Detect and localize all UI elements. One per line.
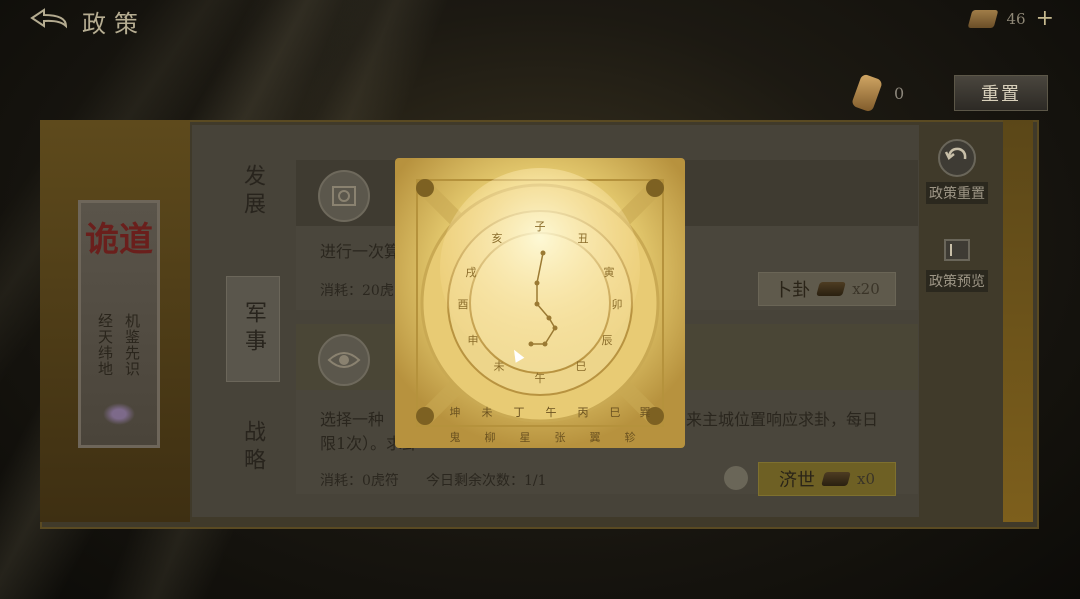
- compass-corner-knob: [416, 407, 434, 425]
- ring-glyph: 酉: [458, 298, 469, 311]
- relief-button[interactable]: 济世 x0: [758, 462, 896, 496]
- currency-value: 46: [1006, 10, 1026, 28]
- tiger-token-icon: [850, 73, 884, 113]
- ring-glyph: 亥: [492, 231, 503, 245]
- tab-strategy[interactable]: 战略: [226, 396, 278, 500]
- tab-label: 发展: [240, 164, 265, 220]
- compass-corner-knob: [646, 179, 664, 197]
- book-icon: [944, 239, 970, 261]
- book-title: 诡道: [85, 220, 153, 260]
- divine-button[interactable]: 卜卦 x20: [758, 272, 896, 306]
- card-cost: 消耗：0虎符: [320, 473, 399, 489]
- side-label: 政策重置: [926, 182, 988, 204]
- add-currency-button[interactable]: +: [1036, 8, 1054, 30]
- frame-glyph: 巽: [640, 406, 651, 419]
- remaining-count: 今日剩余次数：1/1: [426, 473, 547, 489]
- ring-glyph: 卯: [612, 298, 623, 311]
- frame-glyph: 鬼: [450, 430, 461, 444]
- card-description: 选择一种: [320, 410, 385, 429]
- frame-glyph: 午: [546, 406, 557, 419]
- ring-glyph: 申: [468, 334, 479, 347]
- tab-label: 战略: [240, 420, 265, 476]
- frame-glyph: 丙: [578, 406, 589, 419]
- button-count: x0: [856, 470, 875, 488]
- button-count: x20: [852, 280, 880, 298]
- ring-glyph: 巳: [576, 360, 587, 373]
- scroll-cost-icon: [821, 472, 851, 486]
- policy-reset-side-button[interactable]: 政策重置: [926, 138, 988, 204]
- reset-button[interactable]: 重置: [954, 75, 1048, 111]
- book-subtitle: 机鉴先识 经天纬地: [95, 313, 143, 377]
- frame-glyph: 柳: [485, 430, 496, 444]
- eye-icon: [318, 334, 370, 386]
- frame-glyph: 丁: [514, 406, 525, 419]
- scroll-currency-icon: [968, 10, 999, 28]
- frame-glyph: 巳: [610, 406, 621, 419]
- ring-glyph: 子: [535, 220, 546, 233]
- button-label: 济世: [778, 470, 815, 491]
- card-description-right: 来主城位置响应求卦，每日: [686, 410, 879, 429]
- policy-book: 诡道 机鉴先识 经天纬地: [78, 200, 160, 448]
- frame-glyph: 坤: [450, 405, 461, 419]
- compass-corner-knob: [416, 179, 434, 197]
- ring-glyph: 丑: [578, 232, 589, 245]
- top-bar: 政策 46 +: [0, 0, 1080, 42]
- frame-glyph: 未: [482, 406, 493, 419]
- back-arrow-icon[interactable]: [26, 6, 76, 34]
- compass-overlay: 子 丑 寅 卯 辰 巳 午 未 申 酉 戌 亥 鬼 柳 星 张 翼 轸 坤 未 …: [395, 158, 685, 448]
- tab-military[interactable]: 军事: [226, 276, 280, 382]
- ring-glyph: 戌: [466, 266, 477, 279]
- frame-glyph: 张: [555, 431, 566, 444]
- button-label: 卜卦: [774, 280, 811, 301]
- flower-emblem-icon: [103, 403, 135, 425]
- frame-glyph: 翼: [590, 431, 601, 444]
- tiger-token-count: 0: [894, 84, 905, 103]
- info-icon[interactable]: [724, 466, 748, 490]
- frame-glyph: 星: [520, 431, 531, 444]
- ring-glyph: 午: [535, 372, 546, 385]
- ring-glyph: 未: [494, 360, 505, 373]
- book-subtitle-col: 经天纬地: [96, 313, 114, 377]
- refresh-icon: [938, 139, 976, 177]
- policy-preview-side-button[interactable]: 政策预览: [926, 234, 988, 292]
- frame-glyph: 轸: [625, 430, 636, 444]
- tab-development[interactable]: 发展: [226, 140, 278, 244]
- ring-glyph: 辰: [602, 334, 613, 347]
- divination-plate-icon: [318, 170, 370, 222]
- card-cost: 消耗：20虎: [320, 283, 394, 299]
- right-strip: [1003, 120, 1033, 522]
- page-title: 政策: [82, 10, 146, 38]
- book-subtitle-col: 机鉴先识: [123, 313, 141, 377]
- scroll-cost-icon: [816, 282, 847, 296]
- tab-label: 军事: [241, 301, 266, 357]
- ring-glyph: 寅: [604, 265, 615, 279]
- side-label: 政策预览: [926, 270, 988, 292]
- currency-display: 46 +: [968, 8, 1054, 30]
- card-description: 进行一次算: [320, 242, 401, 261]
